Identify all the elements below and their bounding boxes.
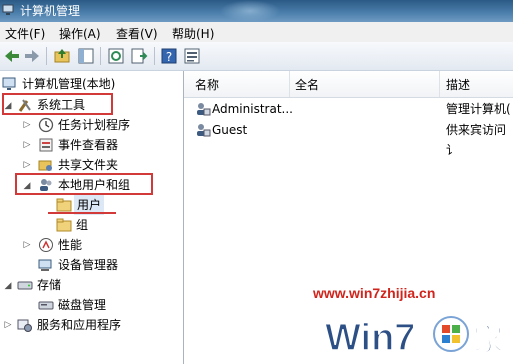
computer-management-icon: [2, 77, 16, 90]
title-bar: 计算机管理: [0, 0, 513, 22]
services-icon: [17, 319, 32, 332]
column-header-fullname[interactable]: 全名: [295, 76, 319, 93]
properties-icon[interactable]: [183, 47, 201, 65]
disk-icon: [38, 301, 54, 310]
menu-file[interactable]: 文件(F): [5, 25, 45, 42]
tree-label: 任务计划程序: [58, 118, 131, 132]
show-hide-tree-icon[interactable]: [77, 47, 95, 65]
tree-label: 服务和应用程序: [37, 318, 122, 332]
export-list-icon[interactable]: [130, 47, 148, 65]
menu-view[interactable]: 查看(V): [116, 25, 158, 42]
highlight-underline-users: [48, 212, 116, 214]
win7-logo: Win7 家: [324, 316, 504, 360]
expand-arrow-icon[interactable]: ▷: [22, 120, 32, 130]
watermark-url: www.win7zhijia.cn: [313, 285, 436, 301]
row-description: 管理计算机(: [446, 102, 511, 116]
menu-help[interactable]: 帮助(H): [172, 25, 214, 42]
shared-folder-icon: [38, 160, 52, 171]
user-account-icon: [197, 124, 211, 137]
clock-icon: [38, 117, 54, 133]
computer-management-icon: [2, 4, 14, 15]
refresh-icon[interactable]: [107, 47, 125, 65]
expand-arrow-icon[interactable]: ▷: [22, 240, 32, 250]
help-icon[interactable]: ?: [160, 47, 178, 65]
column-header-name[interactable]: 名称: [195, 76, 219, 93]
tree-label: 磁盘管理: [58, 298, 107, 312]
forward-icon[interactable]: [23, 47, 41, 65]
folder-icon: [56, 218, 72, 232]
expand-arrow-icon[interactable]: ▷: [22, 160, 32, 170]
svg-text:?: ?: [166, 50, 172, 64]
folder-icon: [56, 198, 72, 212]
user-account-icon: [197, 103, 211, 116]
toolbar: ?: [0, 42, 513, 71]
highlight-box-system-tools: [2, 93, 113, 115]
highlight-box-local-users: [15, 173, 153, 195]
tree-label: 共享文件夹: [58, 158, 119, 172]
row-description: 供来宾访问讠: [446, 123, 507, 157]
storage-icon: [17, 281, 33, 290]
tree-label: 设备管理器: [58, 258, 119, 272]
menu-bar: 文件(F) 操作(A) 查看(V) 帮助(H): [0, 22, 513, 42]
tree-label: 组: [76, 218, 89, 232]
row-name: Administrat...: [212, 102, 293, 116]
collapse-arrow-icon[interactable]: ◢: [3, 281, 13, 291]
list-row[interactable]: Guest 供来宾访问讠: [184, 120, 513, 157]
expand-arrow-icon[interactable]: ▷: [22, 140, 32, 150]
expand-arrow-icon[interactable]: ▷: [3, 320, 13, 330]
performance-icon: [39, 238, 53, 252]
column-header-row: 名称 全名 描述: [184, 71, 513, 98]
up-folder-icon[interactable]: [53, 47, 71, 65]
watermark: www.win7zhijia.cn Win7 家: [283, 280, 513, 364]
tree-label: 存储: [37, 278, 62, 292]
column-divider[interactable]: [439, 71, 440, 97]
column-header-description[interactable]: 描述: [446, 76, 470, 93]
row-name: Guest: [212, 123, 248, 137]
window-title: 计算机管理: [20, 4, 81, 18]
tree-label: 事件查看器: [58, 138, 119, 152]
device-manager-icon: [38, 259, 52, 271]
tree-label: 计算机管理(本地): [22, 77, 116, 91]
list-row[interactable]: Administrat... 管理计算机(: [184, 99, 513, 119]
event-viewer-icon: [39, 138, 53, 152]
tree-label: 性能: [58, 238, 83, 252]
svg-text:Win7: Win7: [325, 317, 415, 359]
back-icon[interactable]: [3, 47, 21, 65]
svg-text:家: 家: [473, 323, 503, 358]
column-divider[interactable]: [289, 71, 290, 97]
navigation-tree: 计算机管理(本地) ◢ 系统工具 ▷ 任务计划程序 ▷ 事件查看器 ▷ 共享文件…: [0, 71, 184, 364]
menu-action[interactable]: 操作(A): [59, 25, 101, 42]
